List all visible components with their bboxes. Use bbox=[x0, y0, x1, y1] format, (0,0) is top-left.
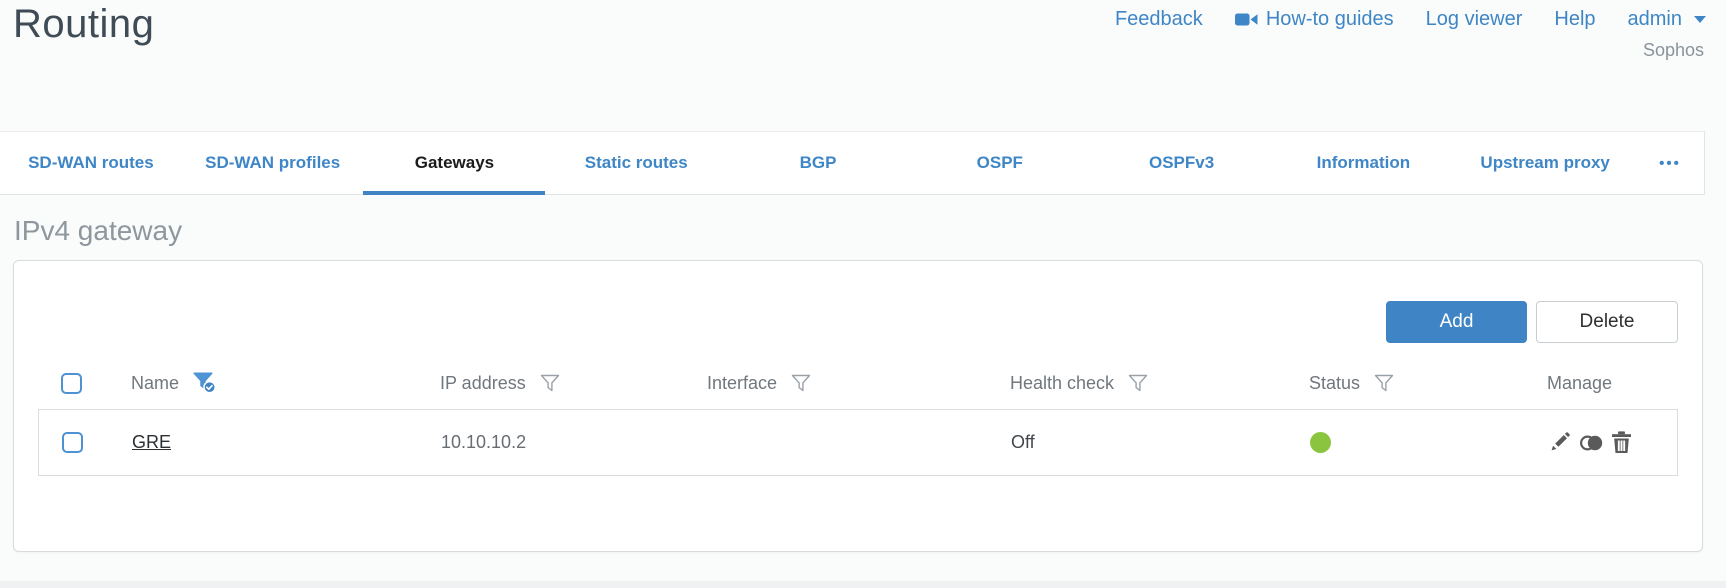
user-menu[interactable]: admin bbox=[1628, 8, 1706, 31]
funnel-icon bbox=[1374, 374, 1394, 391]
tab-bgp[interactable]: BGP bbox=[727, 132, 909, 194]
add-button[interactable]: Add bbox=[1386, 301, 1527, 343]
toolbar: Add Delete bbox=[38, 301, 1678, 343]
tab-ospfv3[interactable]: OSPFv3 bbox=[1091, 132, 1273, 194]
utility-nav: Feedback How-to guides Log viewer Help a… bbox=[1115, 8, 1706, 31]
content: IPv4 gateway Add Delete Name IP address … bbox=[0, 215, 1726, 552]
column-header-name: Name bbox=[131, 372, 180, 393]
page-title: Routing bbox=[13, 2, 155, 46]
howto-guides-label: How-to guides bbox=[1265, 8, 1394, 30]
interface-filter-button[interactable] bbox=[791, 374, 811, 393]
section-heading: IPv4 gateway bbox=[14, 215, 183, 246]
delete-row-button[interactable] bbox=[1611, 431, 1632, 454]
ip-address-filter-button[interactable] bbox=[540, 374, 560, 393]
caret-down-icon bbox=[1694, 16, 1706, 23]
column-header-health-check: Health check bbox=[1010, 372, 1115, 393]
clone-icon bbox=[1579, 434, 1603, 451]
more-tabs-button[interactable]: ••• bbox=[1636, 132, 1704, 194]
topbar: Routing Feedback How-to guides Log viewe… bbox=[0, 0, 1726, 131]
table-header: Name IP address Interface Health check S… bbox=[38, 357, 1678, 409]
table-row: GRE 10.10.10.2 Off bbox=[38, 409, 1678, 476]
ipv4-gateway-panel: Add Delete Name IP address Interface Hea… bbox=[13, 260, 1703, 552]
funnel-icon bbox=[540, 374, 559, 391]
log-viewer-link[interactable]: Log viewer bbox=[1426, 8, 1523, 31]
feedback-link[interactable]: Feedback bbox=[1115, 8, 1203, 31]
row-checkbox[interactable] bbox=[62, 432, 83, 453]
edit-button[interactable] bbox=[1548, 431, 1571, 454]
viewport-bottom-strip bbox=[0, 581, 1726, 588]
howto-guides-link[interactable]: How-to guides bbox=[1234, 8, 1394, 31]
pencil-icon bbox=[1551, 432, 1570, 451]
tab-sd-wan-routes[interactable]: SD-WAN routes bbox=[0, 132, 182, 194]
tab-bar: SD-WAN routes SD-WAN profiles Gateways S… bbox=[0, 131, 1705, 195]
name-filter-button[interactable] bbox=[193, 372, 218, 394]
health-check-cell: Off bbox=[1011, 432, 1035, 452]
help-link[interactable]: Help bbox=[1554, 8, 1595, 31]
tab-ospf[interactable]: OSPF bbox=[909, 132, 1091, 194]
clone-button[interactable] bbox=[1578, 432, 1604, 454]
funnel-icon bbox=[1128, 374, 1148, 391]
gateway-name-link[interactable]: GRE bbox=[132, 432, 171, 453]
funnel-check-icon bbox=[193, 372, 216, 394]
tab-static-routes[interactable]: Static routes bbox=[545, 132, 727, 194]
tab-upstream-proxy[interactable]: Upstream proxy bbox=[1454, 132, 1636, 194]
tab-information[interactable]: Information bbox=[1272, 132, 1454, 194]
status-filter-button[interactable] bbox=[1374, 374, 1394, 393]
select-all-checkbox[interactable] bbox=[61, 372, 82, 394]
tab-gateways[interactable]: Gateways bbox=[364, 132, 546, 194]
user-name: admin bbox=[1627, 8, 1682, 30]
ip-address-cell: 10.10.10.2 bbox=[441, 432, 527, 452]
health-check-filter-button[interactable] bbox=[1128, 374, 1148, 393]
column-header-status: Status bbox=[1309, 372, 1361, 393]
column-header-ip-address: IP address bbox=[440, 372, 526, 393]
trash-icon bbox=[1612, 431, 1631, 453]
tab-sd-wan-profiles[interactable]: SD-WAN profiles bbox=[182, 132, 364, 194]
delete-button[interactable]: Delete bbox=[1536, 301, 1678, 343]
column-header-manage: Manage bbox=[1547, 372, 1613, 393]
brand-label: Sophos bbox=[1642, 40, 1704, 60]
status-up-dot bbox=[1310, 432, 1331, 453]
column-header-interface: Interface bbox=[707, 372, 778, 393]
funnel-icon bbox=[791, 374, 811, 391]
video-camera-icon bbox=[1234, 13, 1258, 26]
